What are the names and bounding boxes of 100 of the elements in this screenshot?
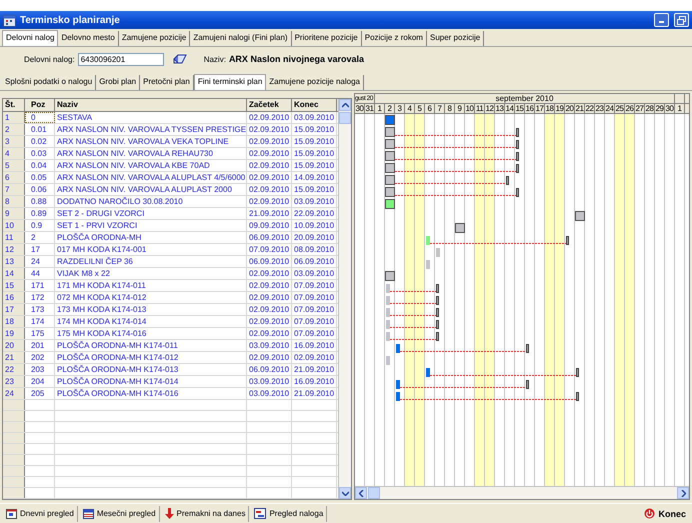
row-header[interactable] [3,422,25,432]
gantt-bar[interactable] [385,163,519,173]
row-header[interactable] [3,488,25,498]
tab[interactable]: Splošni podatki o nalogu [2,75,96,90]
horizontal-scrollbar[interactable] [355,486,689,499]
gantt-bar[interactable] [426,368,579,377]
table-cell: 03.09.2010 [292,268,337,279]
table-cell: 02.09.2010 [247,316,292,327]
order-name: ARX Naslon nivojnega varovala [228,54,364,64]
row-header[interactable] [3,466,25,476]
vertical-scrollbar[interactable] [338,99,351,499]
table-cell: 02.09.2010 [247,304,292,315]
day-header: 29 [655,104,665,113]
row-header[interactable] [3,455,25,465]
row-header[interactable] [3,411,25,421]
table-cell: 171 MH KODA K174-011 [55,280,247,291]
scroll-thumb[interactable] [339,112,351,124]
gantt-bar[interactable] [386,284,439,293]
toolbar-button[interactable]: Dnevni pregled [3,506,78,522]
row-number[interactable]: 2 [3,124,25,135]
order-label: Delovni nalog: [24,54,75,64]
row-number[interactable]: 7 [3,184,25,195]
row-number[interactable]: 15 [3,280,25,291]
row-number[interactable]: 14 [3,268,25,279]
scroll-right-button[interactable] [677,487,689,499]
column-header[interactable]: Naziv [55,99,247,111]
gantt-bar[interactable] [426,236,569,245]
gantt-bar[interactable] [385,175,509,185]
table-cell: VIJAK M8 x 22 [55,268,247,279]
table-cell: 0.88 [25,196,55,207]
gantt-bar[interactable] [385,139,519,149]
row-header[interactable] [3,477,25,487]
table-cell: 02.09.2010 [247,112,292,123]
table-cell: 03.09.2010 [247,376,292,387]
day-header: 22 [585,104,595,113]
gantt-bar[interactable] [396,392,579,401]
column-header[interactable]: Konec [292,99,337,111]
row-number[interactable]: 19 [3,328,25,339]
row-number[interactable]: 23 [3,376,25,387]
row-number[interactable]: 20 [3,340,25,351]
row-number[interactable]: 22 [3,364,25,375]
gantt-bar[interactable] [396,380,529,389]
row-number[interactable]: 3 [3,136,25,147]
row-number[interactable]: 21 [3,352,25,363]
row-number[interactable]: 24 [3,388,25,399]
order-number-field[interactable]: 6430096201 [78,52,164,66]
row-number[interactable]: 11 [3,232,25,243]
column-header[interactable]: Št. [3,99,25,111]
row-header[interactable] [3,400,25,410]
gantt-bar[interactable] [385,199,395,209]
row-number[interactable]: 10 [3,220,25,231]
day-header: 8 [445,104,455,113]
toolbar-button[interactable]: Pregled naloga [251,506,328,522]
table-cell: 06.09.2010 [292,256,337,267]
row-number[interactable]: 1 [3,112,25,123]
gantt-bar[interactable] [396,344,529,353]
maximize-button[interactable] [674,13,689,27]
row-number[interactable]: 6 [3,172,25,183]
tab[interactable]: Fini terminski plan [194,74,266,90]
table-cell: 0 [25,112,55,123]
gantt-bar[interactable] [455,223,465,233]
row-number[interactable]: 8 [3,196,25,207]
table-cell: 204 [25,376,55,387]
row-number[interactable]: 18 [3,316,25,327]
tab[interactable]: Delovni nalog [2,30,58,46]
tab[interactable]: Pozicije z rokom [362,31,427,46]
eraser-icon[interactable] [172,54,187,64]
row-number[interactable]: 12 [3,244,25,255]
row-header[interactable] [3,433,25,443]
gantt-bar[interactable] [385,127,519,137]
gantt-bar[interactable] [386,320,439,329]
gantt-bar[interactable] [386,308,439,317]
row-number[interactable]: 17 [3,304,25,315]
scroll-left-button[interactable] [355,487,367,499]
row-header[interactable] [3,444,25,454]
gantt-bar[interactable] [385,187,519,197]
scroll-thumb[interactable] [368,487,380,499]
table-cell: 07.09.2010 [292,316,337,327]
gantt-bar[interactable] [385,271,395,281]
table-cell: 44 [25,268,55,279]
row-number[interactable]: 5 [3,160,25,171]
row-number[interactable]: 13 [3,256,25,267]
scroll-up-button[interactable] [339,99,351,111]
gantt-bar[interactable] [386,332,439,341]
table-cell: SET 1 - PRVI VZORCI [55,220,247,231]
gantt-bar[interactable] [575,211,585,221]
row-number[interactable]: 9 [3,208,25,219]
day-header: 30 [665,104,675,113]
scroll-down-button[interactable] [339,487,351,499]
table-cell: 0.89 [25,208,55,219]
column-header[interactable]: Poz [25,99,55,111]
gantt-bar[interactable] [386,296,439,305]
column-header[interactable]: Začetek [247,99,292,111]
tab[interactable]: Prioritene pozicije [292,31,362,46]
gantt-bar[interactable] [385,151,519,161]
table-cell: 09.09.2010 [247,220,292,231]
table-cell: PLOŠČA ORODNA-MH [55,232,247,243]
minimize-button[interactable] [654,13,669,27]
row-number[interactable]: 4 [3,148,25,159]
row-number[interactable]: 16 [3,292,25,303]
